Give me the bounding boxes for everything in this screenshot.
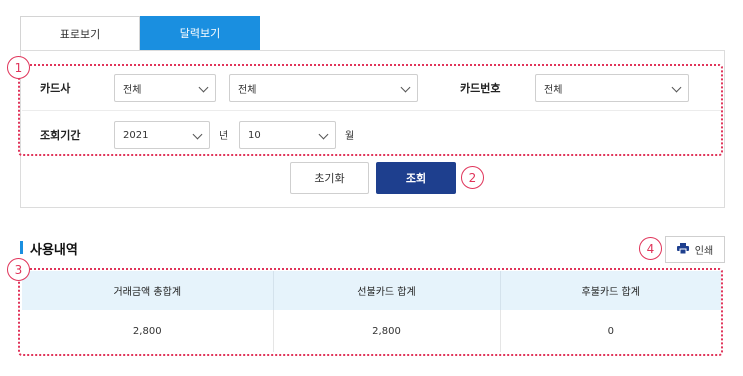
section-accent-bar (20, 241, 23, 254)
search-button[interactable]: 조회 (376, 162, 456, 194)
print-button[interactable]: 인쇄 (665, 236, 725, 263)
annotation-marker-2: 2 (461, 166, 484, 189)
annotation-marker-3: 3 (7, 258, 30, 281)
search-button-label: 조회 (405, 172, 427, 185)
tab-table-view[interactable]: 표로보기 (20, 16, 140, 50)
tab-calendar-view[interactable]: 달력보기 (140, 16, 260, 50)
annotation-marker-1: 1 (7, 56, 30, 79)
print-button-label: 인쇄 (694, 246, 714, 257)
table-highlight-box (18, 268, 723, 356)
reset-button[interactable]: 초기화 (290, 162, 369, 194)
printer-icon (676, 242, 689, 257)
tab-calendar-view-label: 달력보기 (179, 27, 221, 40)
annotation-marker-4: 4 (639, 237, 662, 260)
reset-button-label: 초기화 (314, 172, 345, 185)
search-highlight-box (18, 64, 723, 156)
tab-table-view-label: 표로보기 (59, 27, 101, 41)
usage-section-title: 사용내역 (30, 243, 78, 258)
